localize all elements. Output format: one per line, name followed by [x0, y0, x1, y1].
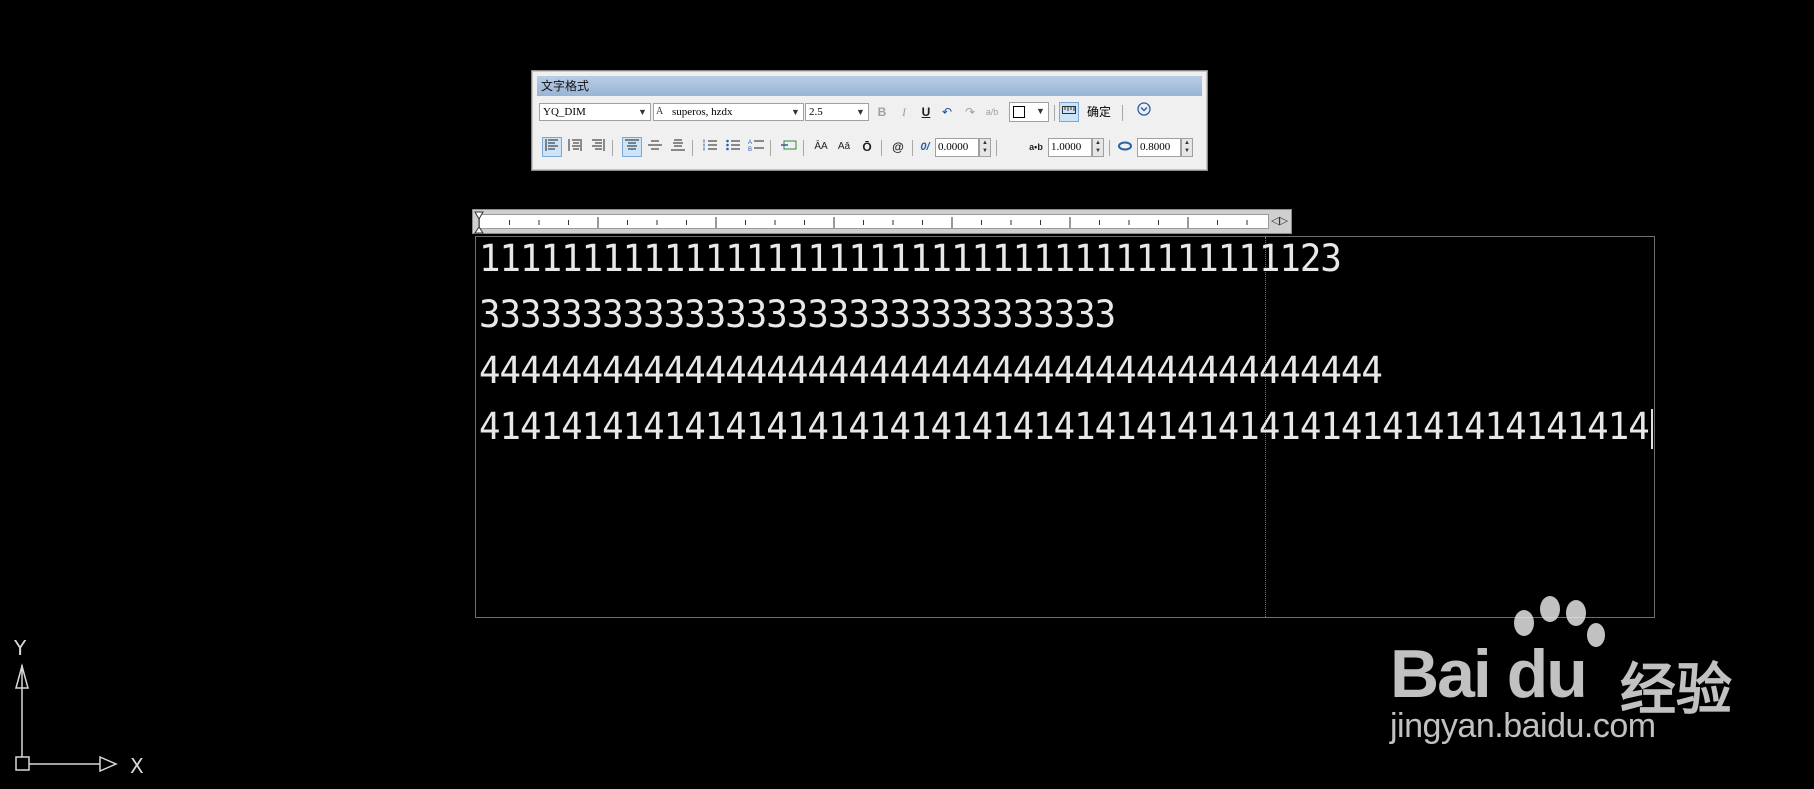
numbering-button[interactable] — [700, 137, 720, 157]
width-factor-icon-glyph — [1118, 141, 1132, 151]
text-format-toolbar: 文字格式 YQ_DIM ▼ A superos, hzdx ▼ 2.5 ▼ B … — [531, 70, 1208, 171]
text-ruler[interactable]: ◁▷ — [472, 209, 1292, 234]
separator — [612, 140, 613, 156]
align-right-button[interactable] — [588, 137, 608, 157]
ruler-icon — [1062, 106, 1076, 114]
tracking-input[interactable]: 1.0000 — [1048, 138, 1092, 157]
overline-button[interactable]: Ō — [857, 137, 877, 157]
separator — [881, 140, 882, 156]
align-left-icon — [545, 139, 558, 151]
oblique-angle-input[interactable]: 0.0000 — [935, 138, 979, 157]
options-chevron-icon — [1137, 102, 1151, 116]
text-style-value: YQ_DIM — [543, 106, 586, 118]
ruler-toggle-button[interactable] — [1059, 102, 1079, 122]
align-center-button[interactable] — [565, 137, 585, 157]
insert-field-button[interactable] — [779, 137, 799, 157]
italic-button[interactable]: I — [894, 102, 914, 122]
align-center-icon — [568, 139, 582, 151]
separator — [912, 140, 913, 156]
text-line-2[interactable]: 3333333333333333333333333333333 — [479, 295, 1116, 335]
align-top-button[interactable] — [622, 137, 642, 157]
text-height-value: 2.5 — [809, 106, 823, 118]
separator — [770, 140, 771, 156]
chevron-down-icon: ▼ — [638, 107, 647, 117]
separator — [1109, 140, 1110, 156]
text-cursor — [1651, 409, 1653, 449]
align-middle-icon — [648, 140, 662, 150]
baidu-url-text: jingyan.baidu.com — [1390, 707, 1656, 745]
bulleted-list-icon — [726, 139, 740, 151]
ok-button[interactable]: 确定 — [1087, 102, 1111, 122]
x-axis-label: X — [130, 754, 144, 778]
separator — [1122, 105, 1123, 121]
baidu-watermark: Bai du 经验 jingyan.baidu.com — [1390, 595, 1810, 755]
color-swatch-icon — [1013, 106, 1025, 118]
chevron-down-icon: ▼ — [791, 107, 800, 117]
width-factor-input[interactable]: 0.8000 — [1137, 138, 1181, 157]
mtext-editor[interactable]: 1111111111111111111111111111111111111111… — [475, 236, 1655, 618]
numbered-list-icon — [703, 139, 717, 151]
bullets-button[interactable] — [723, 137, 743, 157]
text-line-1[interactable]: 1111111111111111111111111111111111111111… — [479, 239, 1342, 279]
separator — [1054, 105, 1055, 121]
redo-button[interactable]: ↷ — [960, 102, 980, 122]
stack-button[interactable]: a/b — [982, 102, 1002, 122]
separator — [996, 140, 997, 156]
y-axis-label: Y — [14, 636, 27, 660]
oblique-angle-spinner[interactable]: ▲ ▼ — [979, 138, 991, 157]
options-button[interactable] — [1134, 102, 1154, 122]
font-type-icon: A — [656, 106, 664, 117]
symbol-button[interactable]: @ — [888, 137, 908, 157]
undo-button[interactable]: ↶ — [937, 102, 957, 122]
separator — [803, 140, 804, 156]
tracking-icon: a•b — [1029, 142, 1043, 152]
text-line-3[interactable]: 4444444444444444444444444444444444444444… — [479, 351, 1383, 391]
oblique-angle-icon: 0/ — [920, 141, 930, 153]
bold-button[interactable]: B — [872, 102, 892, 122]
align-bottom-button[interactable] — [668, 137, 688, 157]
ruler-ticks — [509, 217, 1248, 228]
lettered-list-icon: AB — [748, 140, 764, 153]
chevron-down-icon: ▼ — [856, 107, 865, 117]
align-top-icon — [625, 139, 639, 150]
chevron-down-icon: ▼ — [1036, 106, 1045, 116]
text-line-4[interactable]: 4141414141414141414141414141414141414141… — [479, 407, 1650, 447]
svg-text:B: B — [748, 147, 752, 151]
underline-button[interactable]: U — [916, 102, 936, 122]
lowercase-button[interactable]: Aā — [834, 137, 854, 157]
indent-marker-icon[interactable] — [473, 210, 485, 235]
align-left-button[interactable] — [542, 137, 562, 157]
color-select[interactable]: ▼ — [1009, 102, 1049, 122]
baidu-logo-text: Bai du — [1390, 636, 1588, 712]
text-height-select[interactable]: 2.5 ▼ — [805, 103, 869, 121]
svg-text:A: A — [748, 140, 752, 146]
tracking-spinner[interactable]: ▲ ▼ — [1092, 138, 1104, 157]
separator — [692, 140, 693, 156]
width-factor-spinner[interactable]: ▲ ▼ — [1181, 138, 1193, 157]
uppercase-button[interactable]: ĀA — [811, 137, 831, 157]
toolbar-title[interactable]: 文字格式 — [537, 76, 1202, 96]
insert-field-icon — [781, 140, 797, 150]
font-value: superos, hzdx — [672, 106, 733, 118]
align-middle-button[interactable] — [645, 137, 665, 157]
width-factor-icon — [1115, 137, 1135, 157]
letter-list-button[interactable]: AB — [746, 137, 766, 157]
ucs-icon — [15, 663, 118, 773]
align-right-icon — [592, 139, 605, 151]
ruler-track[interactable] — [479, 214, 1269, 229]
text-style-select[interactable]: YQ_DIM ▼ — [539, 103, 651, 121]
column-resize-icon[interactable]: ◁▷ — [1271, 214, 1288, 229]
align-bottom-icon — [671, 139, 685, 151]
font-select[interactable]: A superos, hzdx ▼ — [653, 103, 804, 121]
